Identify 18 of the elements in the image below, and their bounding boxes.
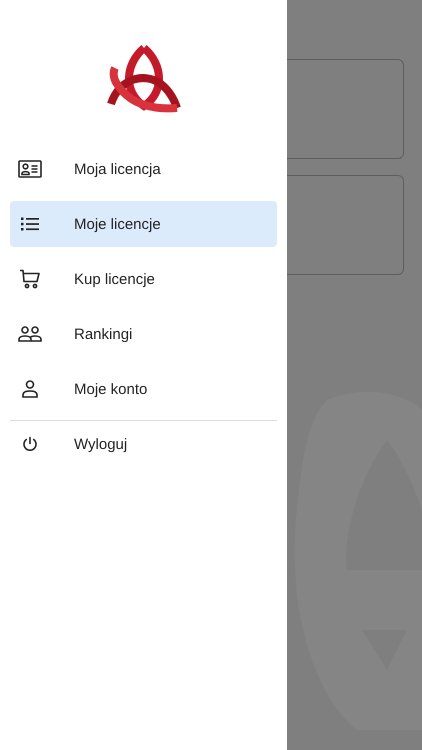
people-icon bbox=[18, 326, 42, 342]
menu-item-label: Rankingi bbox=[74, 326, 132, 342]
menu-item[interactable]: Moja licencja bbox=[10, 146, 277, 192]
power-icon bbox=[22, 436, 38, 452]
id-card-icon bbox=[18, 160, 42, 178]
list-icon bbox=[20, 216, 40, 232]
menu-item[interactable]: Rankingi bbox=[10, 311, 277, 357]
menu-item-label: Moja licencja bbox=[74, 160, 161, 178]
logout-item[interactable]: Wyloguj bbox=[10, 421, 277, 467]
menu-item-label: Moje konto bbox=[74, 380, 148, 398]
person-icon bbox=[21, 380, 39, 398]
menu-item[interactable]: Moje konto bbox=[10, 366, 277, 412]
menu-item[interactable]: Kup licencje bbox=[10, 256, 277, 302]
menu-item-label: Moje licencje bbox=[74, 216, 161, 232]
menu-item-label: Kup licencje bbox=[74, 270, 155, 288]
cart-icon bbox=[19, 269, 41, 289]
menu-item[interactable]: Moje licencje bbox=[10, 201, 277, 247]
logout-label: Wyloguj bbox=[74, 436, 128, 452]
